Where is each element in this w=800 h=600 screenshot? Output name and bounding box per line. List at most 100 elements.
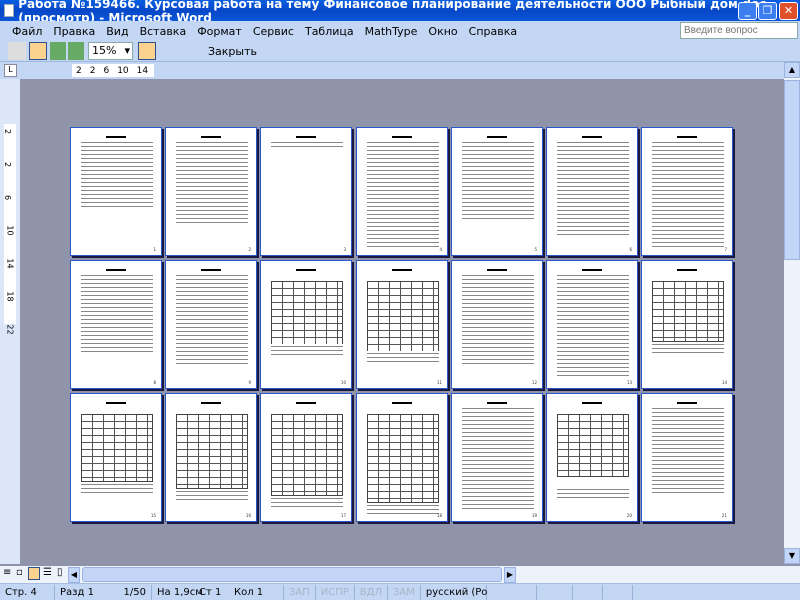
- page-heading: [296, 136, 316, 138]
- full-screen-icon[interactable]: [183, 42, 201, 60]
- page-text: [176, 489, 248, 501]
- minimize-button[interactable]: _: [738, 2, 757, 20]
- reading-view-icon[interactable]: ▯: [57, 567, 63, 578]
- page-thumbnail[interactable]: 16: [165, 393, 257, 522]
- page-thumbnail[interactable]: 8: [70, 260, 162, 389]
- menu-item[interactable]: Вставка: [140, 25, 187, 38]
- menu-item[interactable]: Файл: [12, 25, 42, 38]
- scroll-down-icon[interactable]: ▼: [784, 548, 800, 564]
- status-record[interactable]: ЗАП: [284, 584, 316, 600]
- restore-button[interactable]: ❐: [758, 2, 777, 20]
- status-section: Разд 1: [60, 586, 94, 598]
- tab-stop-selector[interactable]: L: [4, 64, 17, 77]
- page-heading: [201, 402, 221, 404]
- status-track-changes[interactable]: ИСПР: [316, 584, 355, 600]
- shrink-to-fit-icon[interactable]: [160, 42, 178, 60]
- menu-item[interactable]: Справка: [469, 25, 517, 38]
- close-button[interactable]: ✕: [779, 2, 798, 20]
- page-thumbnail[interactable]: 5: [451, 127, 543, 256]
- help-search-input[interactable]: [680, 22, 798, 39]
- page-thumbnail[interactable]: 10: [260, 260, 352, 389]
- page-number: 19: [531, 513, 537, 518]
- zoom-select[interactable]: 15% ▾: [88, 42, 133, 60]
- page-thumbnail[interactable]: 18: [356, 393, 448, 522]
- status-bar: Стр. 4 Разд 1 1/50 На 1,9см Ст 1 Кол 1 З…: [0, 583, 800, 600]
- page-text: [462, 140, 534, 222]
- page-number: 21: [721, 513, 727, 518]
- vertical-ruler[interactable]: 2 2 6 10 14 18 22: [0, 79, 20, 564]
- page-number: 15: [150, 513, 156, 518]
- horizontal-scroll-thumb[interactable]: [82, 567, 502, 582]
- page-thumbnail[interactable]: 14: [641, 260, 733, 389]
- page-heading: [487, 269, 507, 271]
- magnifier-icon[interactable]: [29, 42, 47, 60]
- status-extend[interactable]: ВДЛ: [355, 584, 388, 600]
- normal-view-icon[interactable]: ≡: [3, 567, 11, 578]
- scroll-thumb[interactable]: [784, 80, 800, 260]
- outline-view-icon[interactable]: ☰: [43, 567, 52, 578]
- page-table: [367, 414, 439, 503]
- page-thumbnail[interactable]: 3: [260, 127, 352, 256]
- page-text: [271, 344, 343, 356]
- vertical-scrollbar[interactable]: ▲ ▼: [784, 62, 800, 564]
- page-thumbnail[interactable]: 2: [165, 127, 257, 256]
- page-thumbnail[interactable]: 7: [641, 127, 733, 256]
- close-preview-button[interactable]: Закрыть: [205, 42, 257, 60]
- page-thumbnail[interactable]: 17: [260, 393, 352, 522]
- page-thumbnail[interactable]: 13: [546, 260, 638, 389]
- menu-item[interactable]: Вид: [106, 25, 128, 38]
- scroll-right-icon[interactable]: ▶: [504, 567, 516, 583]
- page-heading: [582, 402, 602, 404]
- menu-item[interactable]: MathType: [365, 25, 418, 38]
- web-view-icon[interactable]: ▫: [16, 567, 23, 578]
- page-thumbnail[interactable]: 19: [451, 393, 543, 522]
- page-thumbnail[interactable]: 6: [546, 127, 638, 256]
- one-page-icon[interactable]: [50, 42, 66, 60]
- status-language: русский (Ро: [421, 584, 487, 600]
- page-thumbnail[interactable]: 11: [356, 260, 448, 389]
- page-thumbnail[interactable]: 15: [70, 393, 162, 522]
- page-number: 4: [439, 247, 442, 252]
- page-table: [367, 281, 439, 361]
- page-text: [176, 140, 248, 223]
- print-layout-view-icon[interactable]: [28, 567, 40, 580]
- scroll-up-icon[interactable]: ▲: [784, 62, 800, 78]
- ruler-tick: 2: [89, 65, 96, 76]
- page-heading: [487, 402, 507, 404]
- menu-item[interactable]: Сервис: [253, 25, 294, 38]
- page-thumbnail[interactable]: 1: [70, 127, 162, 256]
- page-thumbnail[interactable]: 12: [451, 260, 543, 389]
- chevron-down-icon: ▾: [124, 44, 130, 57]
- preview-toolbar: 15% ▾ Закрыть: [0, 41, 800, 62]
- page-number: 17: [340, 513, 346, 518]
- page-number: 10: [340, 380, 346, 385]
- page-text: [271, 496, 343, 508]
- page-heading: [677, 402, 697, 404]
- page-thumbnail[interactable]: 4: [356, 127, 448, 256]
- multiple-pages-icon[interactable]: [68, 42, 84, 60]
- page-thumbnail[interactable]: 9: [165, 260, 257, 389]
- page-text: [81, 273, 153, 354]
- page-thumbnail[interactable]: 21: [641, 393, 733, 522]
- page-text: [367, 503, 439, 515]
- page-text: [557, 273, 629, 379]
- page-heading: [392, 136, 412, 138]
- menu-item[interactable]: Окно: [428, 25, 457, 38]
- page-heading: [201, 269, 221, 271]
- menu-item[interactable]: Таблица: [305, 25, 354, 38]
- menu-item[interactable]: Формат: [197, 25, 242, 38]
- page-heading: [296, 269, 316, 271]
- page-number: 8: [153, 380, 156, 385]
- print-icon[interactable]: [8, 42, 26, 60]
- page-thumbnail[interactable]: 20: [546, 393, 638, 522]
- scroll-left-icon[interactable]: ◀: [68, 567, 80, 583]
- horizontal-ruler[interactable]: L 2 2 6 10 14: [0, 62, 784, 79]
- page-number: 18: [436, 513, 442, 518]
- status-overtype[interactable]: ЗАМ: [388, 584, 421, 600]
- page-table: [271, 414, 343, 496]
- page-heading: [106, 136, 126, 138]
- view-ruler-icon[interactable]: [138, 42, 156, 60]
- page-heading: [392, 269, 412, 271]
- page-text: [557, 140, 629, 235]
- menu-item[interactable]: Правка: [53, 25, 95, 38]
